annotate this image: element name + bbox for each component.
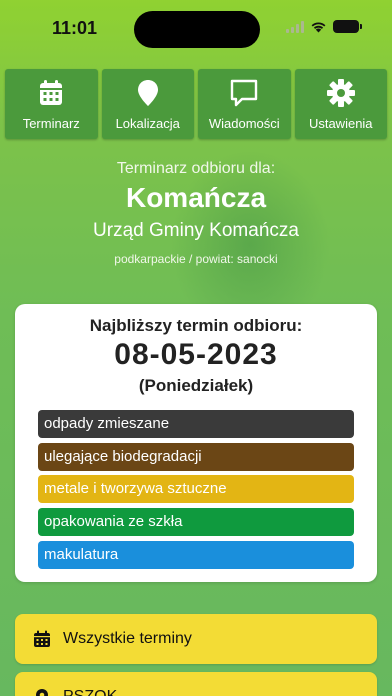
dynamic-island [134, 11, 260, 48]
wifi-icon [311, 22, 326, 33]
next-pickup-weekday: (Poniedziałek) [138, 376, 254, 395]
top-nav: Terminarz Lokalizacja Wiadomości Ustawie… [5, 69, 387, 139]
calendar-icon [34, 630, 50, 647]
map-pin-icon [137, 79, 158, 106]
gear-icon [326, 78, 355, 107]
nav-wiadomosci-label: Wiadomości [208, 115, 280, 131]
waste-type-bio: ulegające biodegradacji [38, 442, 354, 471]
nav-lokalizacja-label: Lokalizacja [115, 115, 180, 131]
calendar-icon [40, 79, 63, 105]
all-dates-button[interactable]: Wszystkie terminy [15, 614, 377, 664]
waste-type-metal-plastic: metale i tworzywa sztuczne [38, 475, 354, 504]
all-dates-label: Wszystkie terminy [63, 630, 192, 647]
next-pickup-card: Najbliższy termin odbioru: 08-05-2023 (P… [15, 304, 377, 582]
next-pickup-date: 08-05-2023 [114, 338, 278, 371]
cellular-signal-icon [286, 20, 304, 33]
city-name: Komańcza [125, 182, 267, 213]
next-pickup-title: Najbliższy termin odbioru: [89, 316, 303, 335]
nav-terminarz-label: Terminarz [22, 115, 80, 131]
status-time: 11:01 [52, 18, 98, 38]
pszok-label: PSZOK [63, 688, 117, 696]
nav-ustawienia-button[interactable]: Ustawienia [294, 69, 387, 139]
waste-type-paper: makulatura [38, 540, 354, 569]
nav-ustawienia-label: Ustawienia [308, 115, 373, 131]
waste-type-list: odpady zmieszane ulegające biodegradacji… [38, 410, 354, 573]
schedule-subtitle: Terminarz odbioru dla: [116, 160, 276, 177]
region-text: podkarpackie / powiat: sanocki [114, 252, 278, 266]
nav-lokalizacja-button[interactable]: Lokalizacja [101, 69, 194, 139]
message-icon [231, 79, 258, 106]
location-header: Terminarz odbioru dla: Komańcza Urząd Gm… [0, 160, 392, 266]
status-bar: 11:01 [0, 0, 392, 56]
pszok-button[interactable]: PSZOK [15, 672, 377, 696]
nav-terminarz-button[interactable]: Terminarz [5, 69, 98, 139]
battery-icon [333, 20, 362, 33]
nav-wiadomosci-button[interactable]: Wiadomości [198, 69, 291, 139]
office-name: Urząd Gminy Komańcza [93, 220, 299, 241]
status-icons [286, 20, 362, 33]
map-pin-icon [36, 689, 48, 696]
waste-type-mixed: odpady zmieszane [38, 410, 354, 438]
waste-type-glass: opakowania ze szkła [38, 508, 354, 537]
